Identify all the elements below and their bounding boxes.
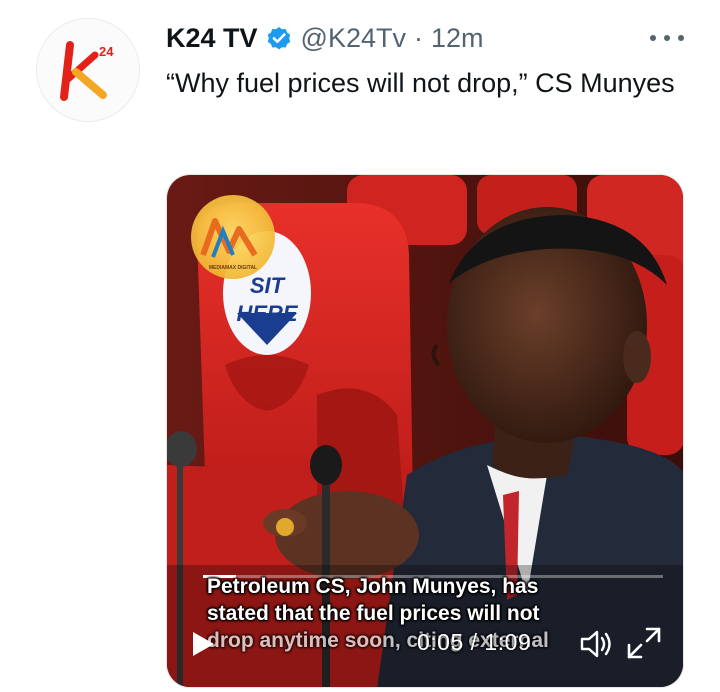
tweet-timestamp[interactable]: 12m — [431, 23, 484, 54]
author-handle[interactable]: @K24Tv — [301, 23, 406, 54]
tweet-header: K24 TV @K24Tv · 12m — [166, 18, 484, 58]
seat-sign-sit: SIT — [250, 273, 286, 298]
separator-dot: · — [414, 22, 423, 53]
tweet-text: “Why fuel prices will not drop,” CS Muny… — [166, 68, 675, 98]
video-controls: 0:05 / 1:09 — [167, 623, 683, 663]
tweet-card[interactable]: 24 K24 TV @K24Tv · 12m “Why fuel prices … — [0, 0, 720, 692]
video-player[interactable]: SIT HERE MEDIAMAX DIGITAL Petroleum CS, … — [166, 174, 684, 688]
caption-line-1: Petroleum CS, John Munyes, has — [207, 575, 539, 598]
more-dots-icon[interactable] — [650, 28, 684, 48]
seat-sign-here: HERE — [236, 301, 298, 326]
play-icon[interactable] — [189, 629, 217, 659]
video-timecode: 0:05 / 1:09 — [417, 629, 532, 655]
verified-badge-icon — [267, 27, 290, 50]
author-avatar[interactable]: 24 — [36, 18, 140, 122]
author-display-name[interactable]: K24 TV — [166, 23, 258, 54]
k24-logo-icon: 24 — [60, 41, 114, 101]
watermark-text: MEDIAMAX DIGITAL — [209, 265, 257, 271]
fullscreen-icon[interactable] — [625, 625, 663, 661]
avatar-24-text: 24 — [99, 44, 114, 59]
volume-icon[interactable] — [579, 627, 615, 661]
